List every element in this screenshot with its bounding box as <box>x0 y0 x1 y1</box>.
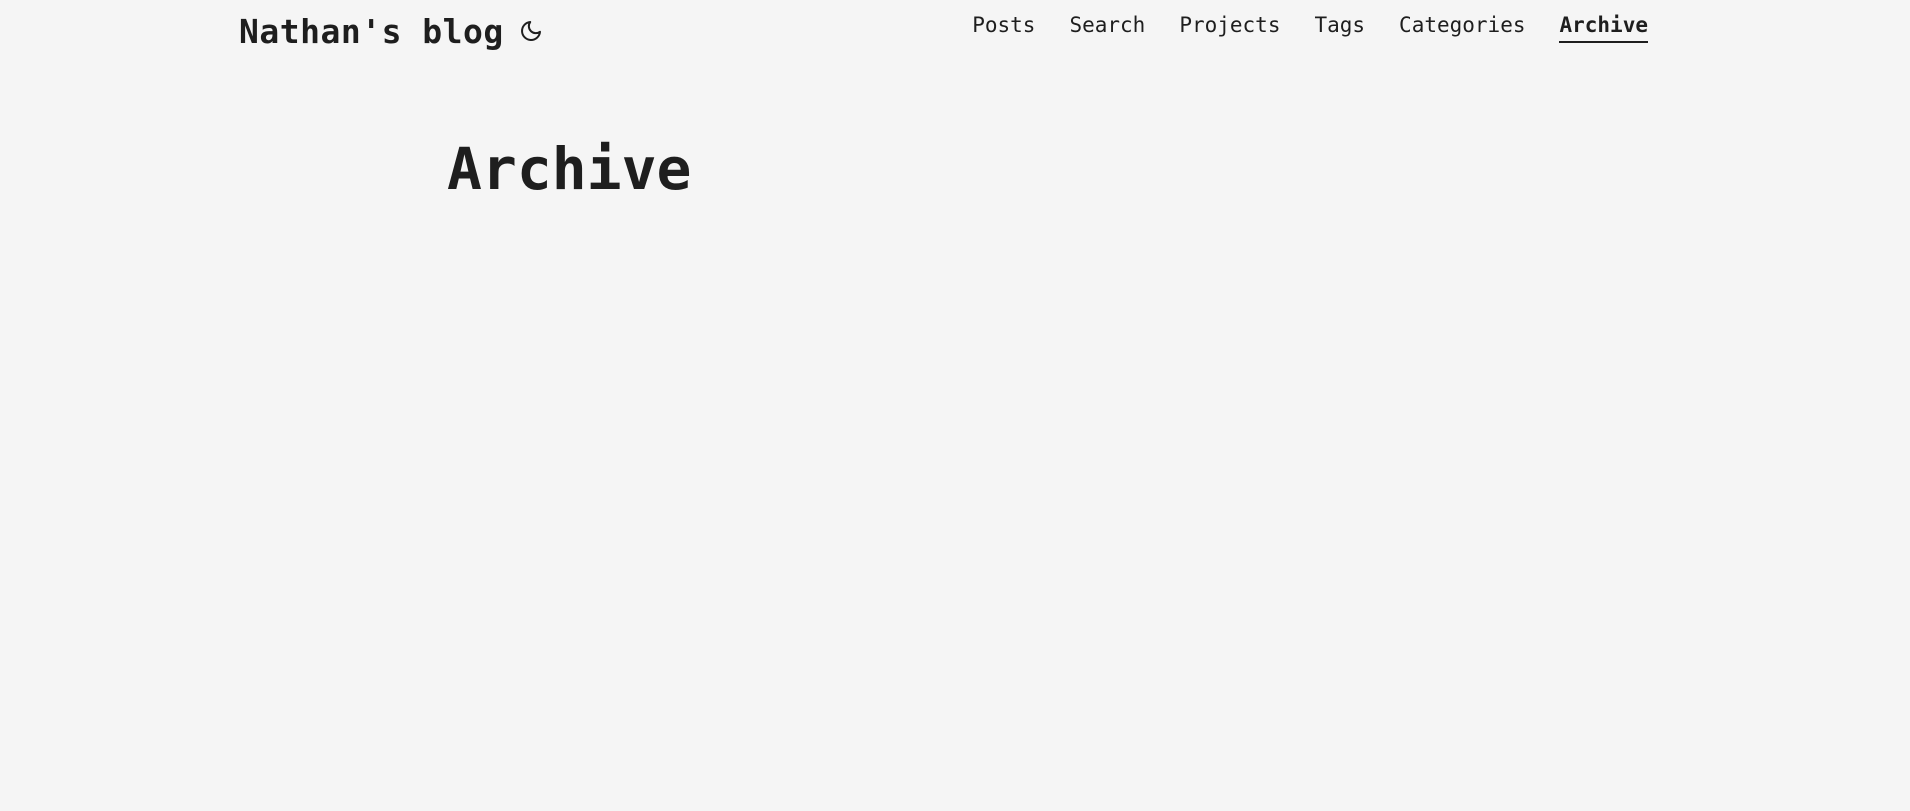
logo-group: Nathan's blog <box>239 8 544 54</box>
site-logo-link[interactable]: Nathan's blog <box>239 12 504 51</box>
page-title: Archive <box>447 135 692 203</box>
theme-toggle-button[interactable] <box>518 18 544 44</box>
moon-icon <box>520 21 541 41</box>
nav-item-posts[interactable]: Posts <box>972 13 1035 43</box>
site-header: Nathan's blog Posts Search Projects Tags… <box>0 0 1910 64</box>
nav-item-tags[interactable]: Tags <box>1314 13 1365 43</box>
nav-item-archive[interactable]: Archive <box>1559 13 1648 44</box>
nav-item-projects[interactable]: Projects <box>1179 13 1280 43</box>
nav-item-search[interactable]: Search <box>1069 13 1145 43</box>
main-content: Archive <box>447 135 691 205</box>
main-nav: Posts Search Projects Tags Categories Ar… <box>972 13 1648 44</box>
nav-item-categories[interactable]: Categories <box>1399 13 1525 43</box>
page: Nathan's blog Posts Search Projects Tags… <box>0 0 1910 811</box>
